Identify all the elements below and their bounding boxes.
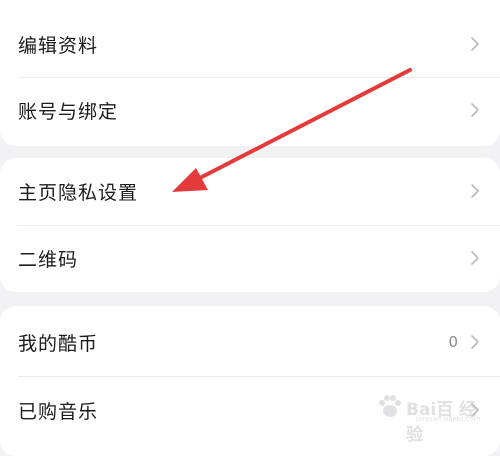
chevron-right-icon	[471, 103, 479, 117]
my-coins-label: 我的酷币	[18, 332, 99, 355]
paw-logo-icon	[379, 395, 401, 417]
settings-group-privacy: 主页隐私设置 二维码	[0, 158, 500, 292]
homepage-privacy-label: 主页隐私设置	[18, 181, 139, 204]
settings-group-profile: 编辑资料 账号与绑定	[0, 0, 500, 146]
coin-balance: 0	[448, 333, 458, 351]
account-binding-label: 账号与绑定	[18, 100, 119, 123]
edit-profile-label: 编辑资料	[18, 34, 99, 57]
homepage-privacy-row[interactable]: 主页隐私设置	[0, 158, 500, 224]
my-coins-row[interactable]: 我的酷币 0	[0, 309, 500, 375]
watermark-url: jingyan.baidu.com	[416, 415, 481, 423]
chevron-right-icon	[471, 335, 479, 349]
qr-code-label: 二维码	[18, 248, 79, 271]
account-binding-row[interactable]: 账号与绑定	[0, 77, 500, 143]
chevron-right-icon	[471, 184, 479, 198]
chevron-right-icon	[471, 37, 479, 51]
qr-code-row[interactable]: 二维码	[0, 225, 500, 291]
baidu-jingyan-watermark: Bai百 经验 jingyan.baidu.com	[376, 393, 486, 445]
edit-profile-row[interactable]: 编辑资料	[0, 11, 500, 77]
chevron-right-icon	[471, 251, 479, 265]
purchased-music-label: 已购音乐	[18, 400, 99, 423]
